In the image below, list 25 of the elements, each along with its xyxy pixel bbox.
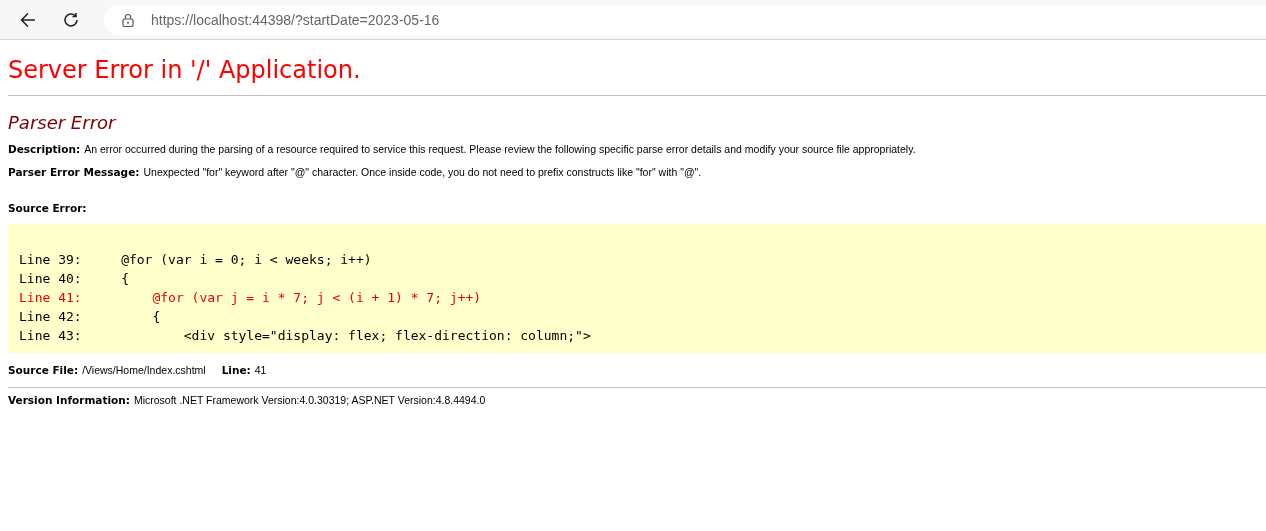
field-label: Source File: (8, 364, 79, 376)
line-number: Line 40: (19, 270, 82, 288)
field-text: Unexpected "for" keyword after "@" character. Once inside code, you do not need to prefix constructs like "for" with "@". (143, 166, 702, 178)
code-line: @for (var j = i * 7; j < (i + 1) * 7; j++) (151, 290, 482, 305)
field-label: Line: (221, 364, 251, 376)
field-label: Description: (8, 143, 81, 155)
field-text: 41 (254, 364, 267, 376)
code-line: <div style="display: flex; flex-direction: column;"> (182, 328, 591, 343)
section-label: Source Error: (8, 202, 87, 214)
error-heading: Parser Error (8, 112, 118, 133)
line-number: Line 39: (19, 251, 82, 269)
code-line: { (151, 309, 161, 324)
line-number: Line 41: (19, 289, 82, 307)
field-label: Version Information: (8, 394, 130, 406)
line-number: Line 42: (19, 308, 82, 326)
page-title: Server Error in '/' Application. (8, 56, 362, 84)
field-label: Parser Error Message: (8, 166, 140, 178)
line-number: Line 43: (19, 327, 82, 345)
lock-icon[interactable] (122, 12, 134, 27)
field-text: An error occurred during the parsing of a resource required to service this request. Please review the following specific parse error details and modify your source file appropriately. (84, 143, 916, 155)
code-line: @for (var i = 0; i < weeks; i++) (120, 252, 372, 267)
field-text: /Views/Home/Index.cshtml (82, 364, 206, 376)
code-line: { (120, 271, 129, 286)
address-bar[interactable]: https://localhost:44398/?startDate=2023-05-16 (104, 4, 1266, 35)
field-text: Microsoft .NET Framework Version:4.0.30319; ASP.NET Version:4.8.4494.0 (133, 394, 486, 406)
